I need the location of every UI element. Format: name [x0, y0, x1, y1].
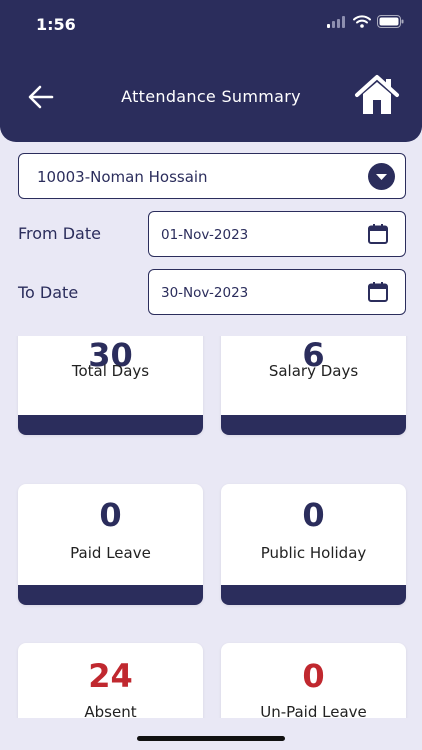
card-value: 24 [88, 657, 133, 695]
card-label: Absent [84, 703, 137, 718]
from-date-value: 01-Nov-2023 [161, 227, 249, 243]
card-unpaid-leave: 0 Un-Paid Leave [221, 643, 406, 718]
card-salary-days: 6 Salary Days [221, 336, 406, 435]
card-absent: 24 Absent [18, 643, 203, 718]
summary-cards[interactable]: 30 Total Days 6 Salary Days 0 Paid Leave… [0, 336, 422, 718]
battery-icon [377, 15, 404, 28]
status-time: 1:56 [36, 15, 76, 34]
card-label: Salary Days [268, 362, 359, 380]
chevron-down-icon [376, 174, 387, 180]
wifi-icon [353, 15, 371, 28]
to-date-label: To Date [18, 283, 79, 302]
card-value: 0 [99, 496, 122, 534]
calendar-icon[interactable] [367, 281, 389, 303]
card-value: 0 [302, 496, 325, 534]
home-icon [355, 75, 399, 114]
home-button[interactable] [354, 74, 400, 116]
card-label: Un-Paid Leave [260, 703, 367, 718]
card-footer-bar [221, 585, 406, 605]
signal-icon [327, 15, 345, 28]
status-icons [327, 15, 404, 28]
card-value: 0 [302, 657, 325, 695]
calendar-icon[interactable] [367, 223, 389, 245]
card-paid-leave: 0 Paid Leave [18, 484, 203, 605]
card-public-holiday: 0 Public Holiday [221, 484, 406, 605]
home-indicator [137, 736, 285, 741]
card-total-days: 30 Total Days [18, 336, 203, 435]
card-label: Paid Leave [70, 544, 151, 562]
from-date-field[interactable]: 01-Nov-2023 [148, 211, 406, 257]
to-date-value: 30-Nov-2023 [161, 285, 249, 301]
employee-select[interactable]: 10003-Noman Hossain [18, 153, 406, 199]
card-footer-bar [18, 415, 203, 435]
employee-select-value: 10003-Noman Hossain [37, 168, 208, 186]
from-date-label: From Date [18, 224, 101, 243]
card-footer-bar [221, 415, 406, 435]
dropdown-toggle[interactable] [368, 163, 395, 190]
card-label: Total Days [71, 362, 150, 380]
app-header: 1:56 Attendance Summary [0, 0, 422, 142]
card-footer-bar [18, 585, 203, 605]
card-label: Public Holiday [260, 544, 367, 562]
to-date-field[interactable]: 30-Nov-2023 [148, 269, 406, 315]
